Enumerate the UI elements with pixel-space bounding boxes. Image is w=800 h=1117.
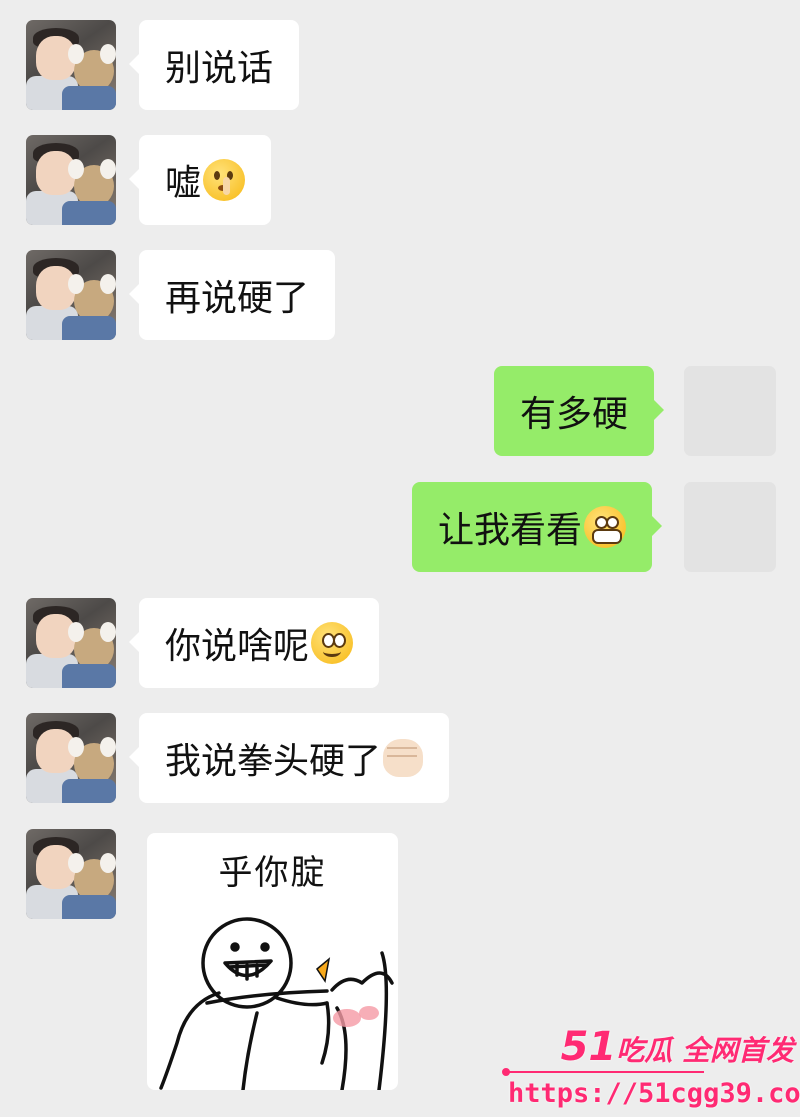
message-bubble-outgoing[interactable]: 有多硬 (494, 366, 665, 456)
site-watermark: 51吃瓜 全网首发 https://51cgg39.com (500, 1016, 800, 1117)
message-bubble-incoming[interactable]: 嘘 (128, 135, 272, 225)
contact-avatar[interactable] (26, 20, 116, 110)
watermark-brand: 51吃瓜 全网首发 (560, 1024, 794, 1070)
contact-avatar[interactable] (26, 250, 116, 340)
message-bubble-incoming[interactable]: 我说拳头硬了 (128, 713, 450, 803)
message-text: 嘘 (165, 163, 202, 204)
message-bubble-incoming[interactable]: 你说啥呢 (128, 598, 380, 688)
cartoon-slap-icon (159, 917, 394, 1090)
contact-avatar[interactable] (26, 829, 116, 919)
sticker-message[interactable]: 乎你腚 (147, 833, 398, 1090)
message-text: 让我看看 (438, 510, 583, 551)
shushing-face-icon (203, 159, 246, 201)
message-text: 你说啥呢 (165, 626, 310, 667)
message-text: 我说拳头硬了 (165, 741, 382, 782)
message-text: 有多硬 (520, 394, 629, 435)
smiling-face-icon (311, 622, 354, 664)
message-bubble-outgoing[interactable]: 让我看看 (412, 482, 663, 572)
message-bubble-incoming[interactable]: 别说话 (128, 20, 300, 110)
contact-avatar[interactable] (26, 713, 116, 803)
self-avatar[interactable] (684, 366, 776, 456)
contact-avatar[interactable] (26, 135, 116, 225)
grimacing-face-icon (584, 506, 627, 548)
fist-icon (383, 739, 424, 777)
watermark-divider (504, 1071, 704, 1073)
contact-avatar[interactable] (26, 598, 116, 688)
watermark-url: https://51cgg39.com (508, 1078, 800, 1109)
message-text: 再说硬了 (165, 278, 310, 319)
message-text: 别说话 (165, 48, 274, 89)
message-bubble-incoming[interactable]: 再说硬了 (128, 250, 336, 340)
self-avatar[interactable] (684, 482, 776, 572)
